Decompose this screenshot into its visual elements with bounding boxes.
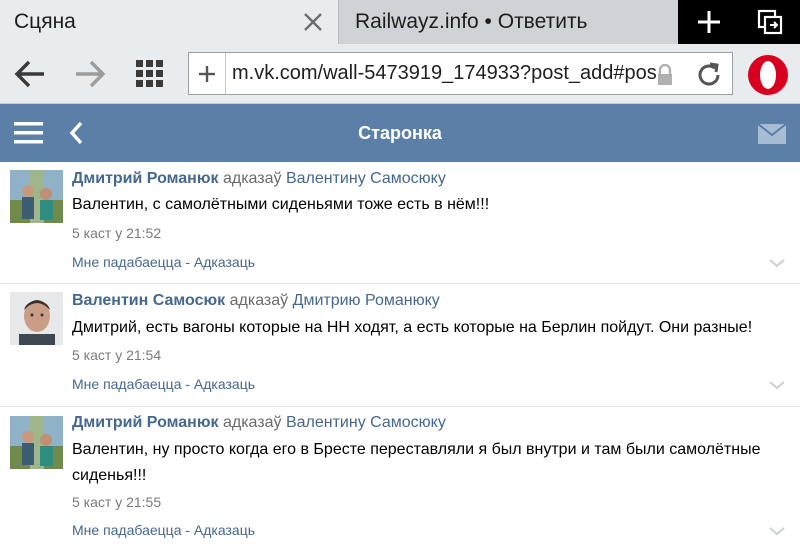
avatar[interactable] <box>10 170 63 223</box>
browser-toolbar: m.vk.com/wall-5473919_174933?post_add#po… <box>0 44 800 104</box>
back-button[interactable] <box>12 56 48 92</box>
tab-active[interactable]: Сцяна <box>0 0 338 44</box>
divider <box>0 406 800 407</box>
tab-title: Сцяна <box>14 10 76 33</box>
new-tab-icon <box>697 11 720 33</box>
avatar[interactable] <box>10 416 63 469</box>
forward-arrow-icon <box>76 60 106 88</box>
add-bookmark-button[interactable] <box>189 53 226 94</box>
comment-header: Дмитрий Романюк адказаў Валентину Самосю… <box>72 170 446 188</box>
mail-icon[interactable] <box>758 124 786 144</box>
url-text[interactable]: m.vk.com/wall-5473919_174933?post_add#po… <box>232 62 657 85</box>
author-link[interactable]: Дмитрий Романюк <box>72 170 219 187</box>
comment-time[interactable]: 5 каст у 21:54 <box>72 347 161 363</box>
address-bar[interactable]: m.vk.com/wall-5473919_174933?post_add#po… <box>188 52 733 95</box>
comment-actions[interactable]: Мне падабаецца - Адказаць <box>72 522 255 538</box>
reply-to-link[interactable]: Валентину Самосюку <box>286 414 446 431</box>
reload-icon[interactable] <box>695 61 723 89</box>
grid-icon <box>136 60 163 87</box>
tab-inactive[interactable]: Railwayz.info • Ответить <box>338 0 678 44</box>
author-link[interactable]: Валентин Самосюк <box>72 292 225 309</box>
comment-time[interactable]: 5 каст у 21:52 <box>72 225 161 241</box>
close-icon[interactable] <box>298 7 328 37</box>
vk-header: Старонка <box>0 104 800 162</box>
avatar[interactable] <box>10 292 63 345</box>
chevron-down-icon[interactable] <box>768 525 786 537</box>
comment-actions[interactable]: Мне падабаецца - Адказаць <box>72 254 255 270</box>
plus-icon <box>199 65 215 82</box>
comment-header: Валентин Самосюк адказаў Дмитрию Романюк… <box>72 292 440 310</box>
tabs-icon <box>757 9 782 35</box>
lock-icon <box>658 64 672 85</box>
comment-header: Дмитрий Романюк адказаў Валентину Самосю… <box>72 414 446 432</box>
comment-time[interactable]: 5 каст у 21:55 <box>72 494 161 510</box>
comment-text: Дмитрий, есть вагоны которые на НН ходят… <box>72 319 753 336</box>
reply-verb: адказаў <box>222 414 282 431</box>
reply-to-link[interactable]: Дмитрию Романюку <box>293 292 440 309</box>
comment-text: Валентин, с самолётными сиденьями тоже е… <box>72 196 490 213</box>
browser-tab-bar: Сцяна Railwayz.info • Ответить <box>0 0 800 44</box>
new-tab-button[interactable] <box>678 0 739 44</box>
speed-dial-button[interactable] <box>132 56 168 92</box>
comment-text: Валентин, ну просто когда его в Бресте п… <box>72 441 761 484</box>
divider <box>0 283 800 284</box>
page-title: Старонка <box>358 123 442 143</box>
chevron-down-icon[interactable] <box>768 257 786 269</box>
author-link[interactable]: Дмитрий Романюк <box>72 414 219 431</box>
reply-to-link[interactable]: Валентину Самосюку <box>286 170 446 187</box>
forward-button[interactable] <box>72 56 108 92</box>
reply-verb: адказаў <box>222 170 282 187</box>
back-arrow-icon <box>14 60 44 88</box>
reply-verb: адказаў <box>229 292 289 309</box>
tab-title: Railwayz.info • Ответить <box>355 10 588 33</box>
chevron-down-icon[interactable] <box>768 379 786 391</box>
tabs-button[interactable] <box>739 0 800 44</box>
opera-logo-icon[interactable] <box>746 53 790 97</box>
comment-actions[interactable]: Мне падабаецца - Адказаць <box>72 376 255 392</box>
